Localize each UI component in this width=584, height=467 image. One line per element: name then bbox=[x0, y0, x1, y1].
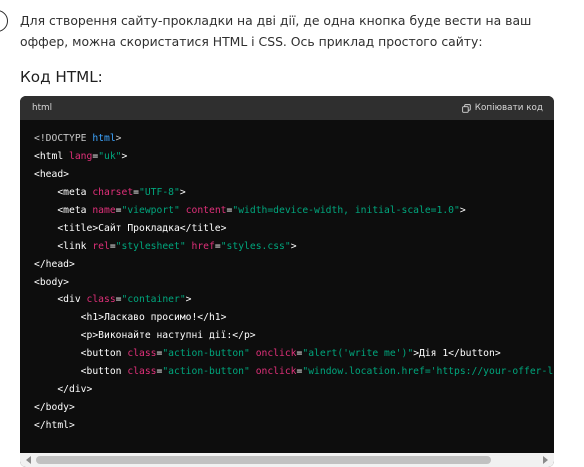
code-token: onclick bbox=[255, 366, 297, 378]
code-line: </html> bbox=[34, 417, 554, 435]
code-line: </div> bbox=[34, 381, 554, 399]
code-token: rel bbox=[92, 240, 110, 252]
code-token: <div bbox=[34, 294, 87, 306]
code-token: <link bbox=[34, 240, 93, 252]
code-token: "action-button" bbox=[162, 366, 250, 378]
code-token: "viewport" bbox=[121, 204, 180, 216]
code-line: <head> bbox=[34, 166, 554, 184]
code-token: </body> bbox=[34, 402, 75, 414]
code-line: <button class="action-button" onclick="a… bbox=[34, 345, 554, 363]
code-token: "styles.css" bbox=[220, 240, 291, 252]
code-token: "stylesheet" bbox=[115, 240, 186, 252]
code-token: > bbox=[121, 150, 128, 162]
code-token: "container" bbox=[121, 294, 186, 306]
code-line: <h1>Ласкаво просимо!</h1> bbox=[34, 309, 554, 327]
code-token: class bbox=[127, 348, 157, 360]
code-line: <meta name="viewport" content="width=dev… bbox=[34, 202, 554, 220]
code-token: "UTF-8" bbox=[139, 186, 180, 198]
code-token: href bbox=[191, 240, 215, 252]
code-token: > bbox=[185, 294, 192, 306]
code-language-label: html bbox=[32, 103, 53, 113]
code-token: </html> bbox=[34, 420, 75, 431]
copy-code-label: Копіювати код bbox=[474, 103, 543, 113]
code-token: > bbox=[290, 240, 297, 252]
scroll-left-icon[interactable] bbox=[26, 456, 31, 464]
code-token: <title>Сайт Прокладка</title> bbox=[34, 222, 227, 234]
code-block: html Копіювати код <!DOCTYPE html> <html … bbox=[20, 96, 554, 467]
code-header: html Копіювати код bbox=[20, 96, 554, 120]
code-token: class bbox=[86, 294, 116, 306]
horizontal-scrollbar[interactable] bbox=[20, 453, 554, 467]
code-line: </head> bbox=[34, 256, 554, 274]
code-token: <meta bbox=[34, 186, 93, 198]
code-token: <button bbox=[34, 366, 128, 378]
code-line: <link rel="stylesheet" href="styles.css"… bbox=[34, 238, 554, 256]
code-token: "uk" bbox=[98, 150, 122, 162]
scroll-right-icon[interactable] bbox=[543, 456, 548, 464]
scrollbar-thumb[interactable] bbox=[36, 456, 491, 464]
code-token: <p>Виконайте наступні дії:</p> bbox=[34, 330, 256, 342]
code-token: </head> bbox=[34, 258, 75, 270]
copy-code-button[interactable]: Копіювати код bbox=[461, 103, 543, 113]
code-line: <button class="action-button" onclick="w… bbox=[34, 363, 554, 381]
code-token: > bbox=[179, 186, 186, 198]
intro-text: Для створення сайту-прокладки на дві дії… bbox=[20, 13, 532, 49]
code-token: name bbox=[92, 204, 116, 216]
code-token: <head> bbox=[34, 168, 69, 180]
code-line: <p>Виконайте наступні дії:</p> bbox=[34, 327, 554, 345]
code-token: <html bbox=[34, 150, 69, 162]
code-token: <meta bbox=[34, 204, 93, 216]
code-token: "alert('write me')" bbox=[302, 348, 414, 360]
code-content: <!DOCTYPE html> <html lang="uk"> <head> <m… bbox=[20, 120, 554, 435]
code-token: "action-button" bbox=[162, 348, 250, 360]
code-line: <body> bbox=[34, 274, 554, 292]
code-token: </div> bbox=[34, 384, 93, 396]
code-line: <title>Сайт Прокладка</title> bbox=[34, 220, 554, 238]
code-token: <button bbox=[34, 348, 128, 360]
code-token: > bbox=[459, 204, 466, 216]
code-token: class bbox=[127, 366, 157, 378]
code-token: onclick bbox=[255, 348, 297, 360]
code-token: <body> bbox=[34, 276, 69, 288]
code-token: charset bbox=[92, 186, 134, 198]
assistant-avatar bbox=[0, 10, 8, 32]
section-heading: Код HTML: bbox=[20, 68, 103, 86]
code-line: <div class="container"> bbox=[34, 291, 554, 309]
code-token: lang bbox=[69, 150, 93, 162]
code-token: "window.location.href='https://your-offe… bbox=[302, 366, 554, 378]
code-token: > bbox=[115, 133, 122, 144]
code-line: <meta charset="UTF-8"> bbox=[34, 184, 554, 202]
code-token: content bbox=[185, 204, 227, 216]
copy-icon bbox=[461, 103, 471, 113]
code-token: "width=device-width, initial-scale=1.0" bbox=[232, 204, 460, 216]
code-line: </body> bbox=[34, 399, 554, 417]
code-token: >Дія 1</button> bbox=[413, 348, 501, 360]
code-line: <html lang="uk"> bbox=[34, 148, 554, 166]
code-line: <!DOCTYPE html> bbox=[34, 130, 554, 148]
code-token: <!DOCTYPE bbox=[34, 133, 93, 144]
code-token: html bbox=[92, 133, 116, 144]
code-token: <h1>Ласкаво просимо!</h1> bbox=[34, 312, 227, 324]
